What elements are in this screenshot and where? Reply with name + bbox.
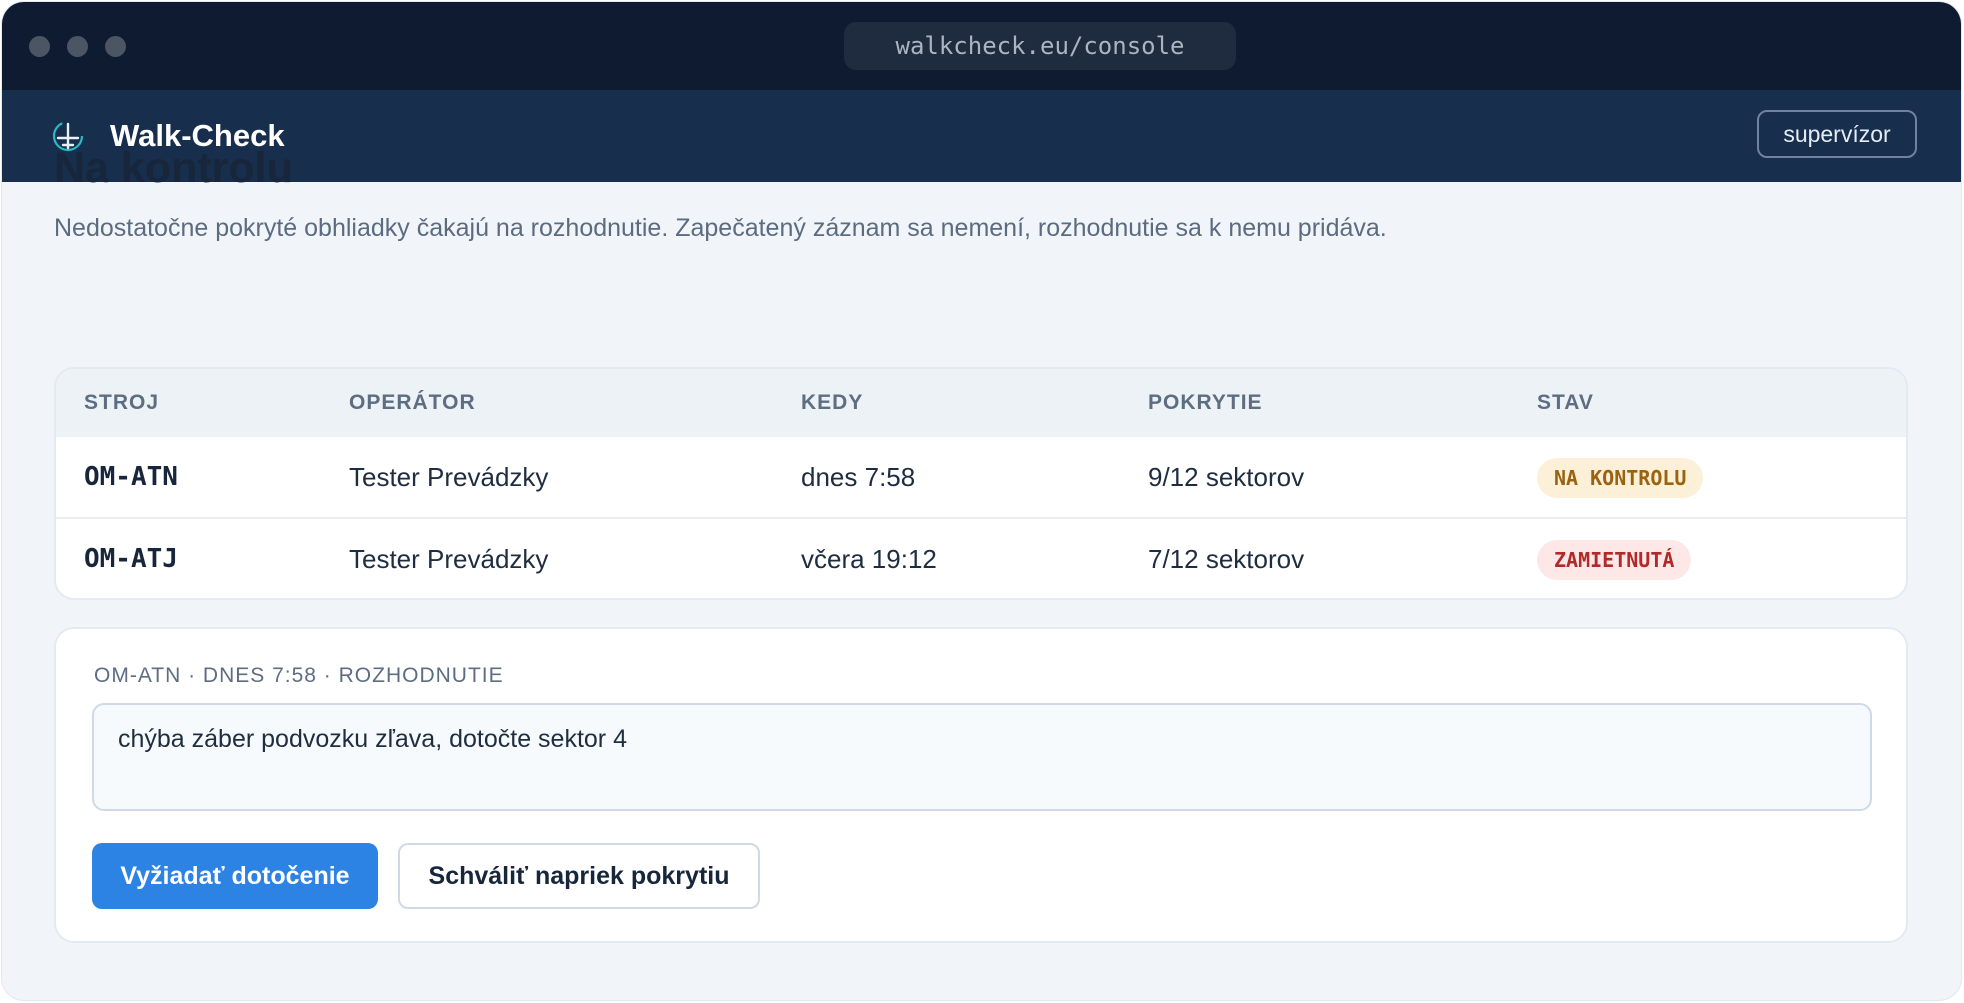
table-header: STROJ OPERÁTOR KEDY POKRYTIE STAV xyxy=(56,369,1906,437)
address-bar[interactable]: walkcheck.eu/console xyxy=(844,22,1236,70)
status-badge: ZAMIETNUTÁ xyxy=(1537,540,1692,580)
operator-cell: Tester Prevádzky xyxy=(349,544,549,574)
aircraft-cell: OM-ATJ xyxy=(84,544,178,574)
role-button[interactable]: supervízor xyxy=(1757,110,1917,158)
column-header-when: KEDY xyxy=(801,391,864,414)
operator-cell: Tester Prevádzky xyxy=(349,462,549,492)
coverage-cell: 9/12 sektorov xyxy=(1148,462,1305,492)
browser-window: walkcheck.eu/console Walk-Check supervíz… xyxy=(2,2,1961,1000)
minimize-window-dot[interactable] xyxy=(67,36,88,57)
status-badge: NA KONTROLU xyxy=(1537,458,1704,498)
review-table: STROJ OPERÁTOR KEDY POKRYTIE STAV OM-ATN… xyxy=(54,367,1908,600)
browser-titlebar: walkcheck.eu/console xyxy=(2,2,1961,90)
decision-note-field[interactable]: chýba záber podvozku zľava, dotočte sekt… xyxy=(92,703,1872,811)
column-header-operator: OPERÁTOR xyxy=(349,391,476,414)
request-reshoot-button[interactable]: Vyžiadať dotočenie xyxy=(92,843,378,909)
column-header-status: STAV xyxy=(1537,391,1594,414)
decision-panel: OM-ATN · DNES 7:58 · ROZHODNUTIE chýba z… xyxy=(54,627,1908,943)
aircraft-cell: OM-ATN xyxy=(84,462,178,492)
when-cell: dnes 7:58 xyxy=(801,462,916,492)
page-title: Na kontrolu xyxy=(54,144,293,192)
column-header-aircraft: STROJ xyxy=(84,391,160,414)
close-window-dot[interactable] xyxy=(29,36,50,57)
table-row[interactable]: OM-ATN Tester Prevádzky dnes 7:58 9/12 s… xyxy=(56,437,1906,519)
approve-anyway-button[interactable]: Schváliť napriek pokrytiu xyxy=(398,843,760,909)
coverage-cell: 7/12 sektorov xyxy=(1148,544,1305,574)
page-subtitle: Nedostatočne pokryté obhliadky čakajú na… xyxy=(54,214,1387,242)
table-row[interactable]: OM-ATJ Tester Prevádzky včera 19:12 7/12… xyxy=(56,519,1906,598)
maximize-window-dot[interactable] xyxy=(105,36,126,57)
column-header-coverage: POKRYTIE xyxy=(1148,391,1263,414)
decision-label: OM-ATN · DNES 7:58 · ROZHODNUTIE xyxy=(94,664,504,687)
app-header: Walk-Check supervízor xyxy=(2,90,1961,182)
when-cell: včera 19:12 xyxy=(801,544,937,574)
